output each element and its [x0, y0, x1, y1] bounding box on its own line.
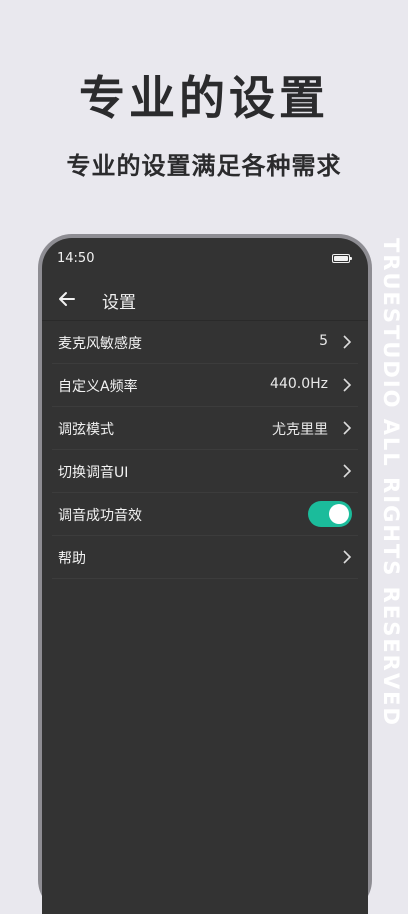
setting-tuning-mode[interactable]: 调弦模式 尤克里里 [52, 407, 358, 450]
status-bar: 14:50 [42, 238, 368, 278]
toggle-knob [329, 504, 349, 524]
setting-value: 440.0Hz [270, 376, 328, 392]
page-title: 设置 [102, 293, 136, 313]
chevron-right-icon [343, 421, 352, 435]
back-button[interactable] [56, 288, 78, 310]
setting-mic-sensitivity[interactable]: 麦克风敏感度 5 [52, 321, 358, 364]
arrow-left-icon [59, 292, 75, 306]
chevron-right-icon [343, 550, 352, 564]
setting-custom-a-frequency[interactable]: 自定义A频率 440.0Hz [52, 364, 358, 407]
phone-frame: 14:50 设置 麦克风敏感度 5 自定义A频率 440.0Hz 调弦模式 尤克… [38, 234, 372, 914]
setting-help[interactable]: 帮助 [52, 536, 358, 579]
setting-label: 帮助 [58, 551, 86, 567]
setting-label: 切换调音UI [58, 465, 129, 481]
setting-label: 调弦模式 [58, 422, 114, 438]
chevron-right-icon [343, 378, 352, 392]
setting-label: 麦克风敏感度 [58, 336, 142, 352]
promo-headline: 专业的设置 [79, 71, 329, 125]
battery-icon [332, 254, 352, 263]
chevron-right-icon [343, 335, 352, 349]
setting-switch-tuner-ui[interactable]: 切换调音UI [52, 450, 358, 493]
settings-list: 麦克风敏感度 5 自定义A频率 440.0Hz 调弦模式 尤克里里 切换调音UI… [52, 321, 358, 579]
setting-label: 自定义A频率 [58, 379, 138, 395]
chevron-right-icon [343, 464, 352, 478]
phone-screen: 14:50 设置 麦克风敏感度 5 自定义A频率 440.0Hz 调弦模式 尤克… [42, 238, 368, 914]
setting-value: 尤克里里 [272, 422, 328, 438]
app-bar: 设置 [42, 278, 368, 321]
copyright-watermark: TRUESTUDIO ALL RIGHTS RESERVED [379, 238, 403, 727]
success-sound-toggle[interactable] [308, 501, 352, 527]
promo-subline: 专业的设置满足各种需求 [66, 152, 342, 180]
setting-success-sound: 调音成功音效 [52, 493, 358, 536]
status-time: 14:50 [57, 251, 95, 266]
setting-label: 调音成功音效 [58, 508, 142, 524]
setting-value: 5 [319, 333, 328, 349]
